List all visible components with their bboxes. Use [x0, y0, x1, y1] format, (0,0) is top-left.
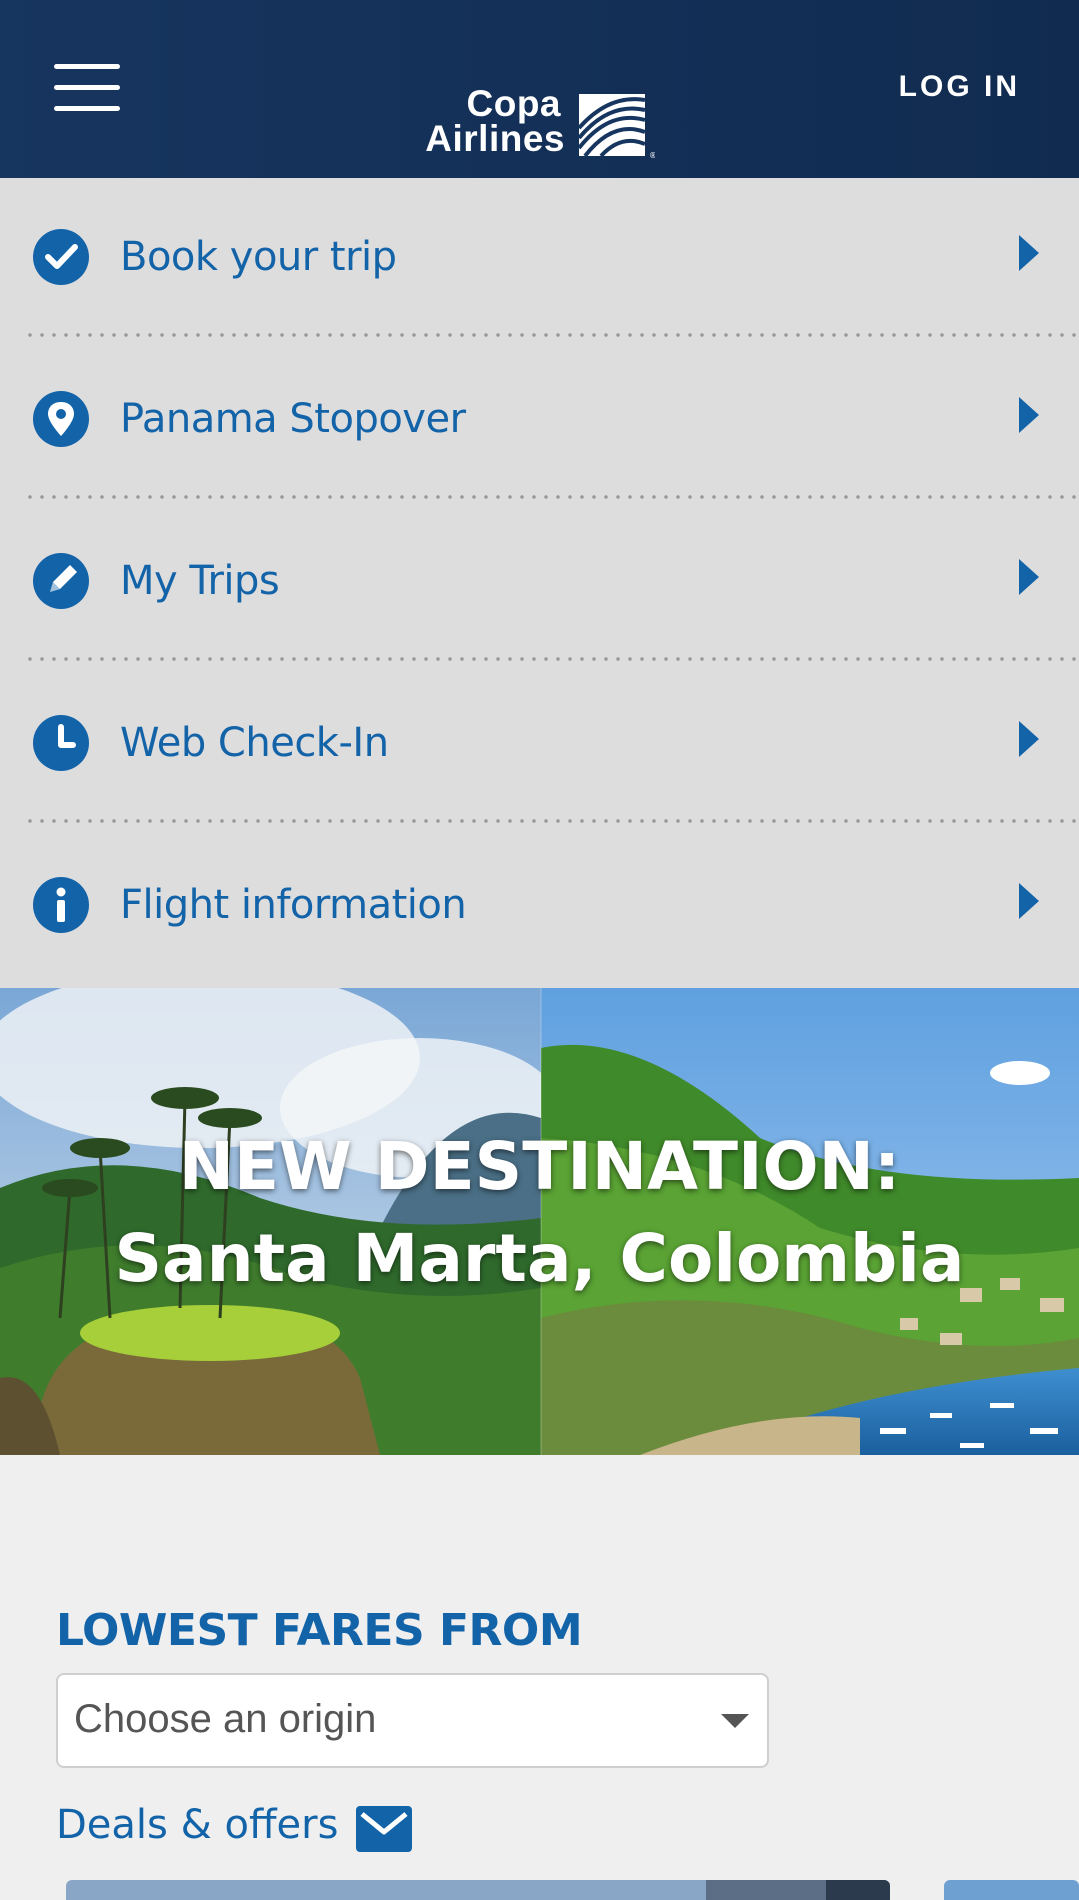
promo-banner[interactable]: NEW DESTINATION: Santa Marta, Colombia [0, 988, 1079, 1455]
origin-select-value: Choose an origin [74, 1697, 377, 1741]
chevron-right-icon [1019, 721, 1039, 757]
chevron-right-icon [1019, 235, 1039, 271]
registered-mark: ® [649, 151, 655, 160]
menu-label-panama-stopover: Panama Stopover [120, 396, 466, 442]
chevron-right-icon [1019, 397, 1039, 433]
chevron-right-icon [1019, 883, 1039, 919]
pencil-circle-icon [33, 553, 89, 609]
lowest-fares-title: LOWEST FARES FROM [56, 1605, 583, 1656]
menu-divider [24, 819, 1079, 823]
menu-item-web-check-in[interactable]: Web Check-In [0, 664, 1079, 826]
caret-down-icon [721, 1714, 749, 1728]
deals-offers-link[interactable]: Deals & offers [56, 1802, 338, 1848]
logo-line2: Airlines [425, 118, 565, 159]
clock-icon [33, 715, 89, 771]
logo-wordmark: Copa Airlines [395, 83, 565, 159]
chevron-right-icon [1019, 559, 1039, 595]
banner-headline: NEW DESTINATION: [178, 1128, 901, 1205]
main-menu: Book your trip Panama Stopover My Trips [0, 178, 1079, 988]
menu-item-panama-stopover[interactable]: Panama Stopover [0, 340, 1079, 502]
menu-divider [24, 495, 1079, 499]
menu-item-flight-information[interactable]: Flight information [0, 826, 1079, 988]
menu-label-my-trips: My Trips [120, 558, 280, 604]
hamburger-icon[interactable] [54, 64, 120, 112]
app-header: Copa Airlines ® LOG IN [0, 0, 1079, 178]
logo-mark-icon: ® [577, 94, 655, 160]
banner-destination: Santa Marta, Colombia [114, 1220, 965, 1297]
deal-card-image [944, 1880, 1079, 1900]
menu-divider [24, 333, 1079, 337]
deal-card-image [66, 1880, 890, 1900]
deal-card[interactable] [944, 1880, 1079, 1900]
deal-card[interactable] [66, 1880, 890, 1900]
envelope-icon[interactable] [356, 1806, 412, 1852]
checkmark-circle-icon [33, 229, 89, 285]
menu-label-web-check-in: Web Check-In [120, 720, 389, 766]
location-pin-icon [33, 391, 89, 447]
logo-line1: Copa [466, 83, 561, 124]
login-button[interactable]: LOG IN [880, 70, 1020, 110]
menu-item-book-your-trip[interactable]: Book your trip [0, 178, 1079, 340]
copa-airlines-logo[interactable]: Copa Airlines ® [395, 83, 660, 162]
origin-select[interactable]: Choose an origin [56, 1673, 769, 1768]
info-icon [33, 877, 89, 933]
menu-divider [24, 657, 1079, 661]
menu-label-book-your-trip: Book your trip [120, 234, 397, 280]
menu-item-my-trips[interactable]: My Trips [0, 502, 1079, 664]
menu-label-flight-information: Flight information [120, 882, 467, 928]
